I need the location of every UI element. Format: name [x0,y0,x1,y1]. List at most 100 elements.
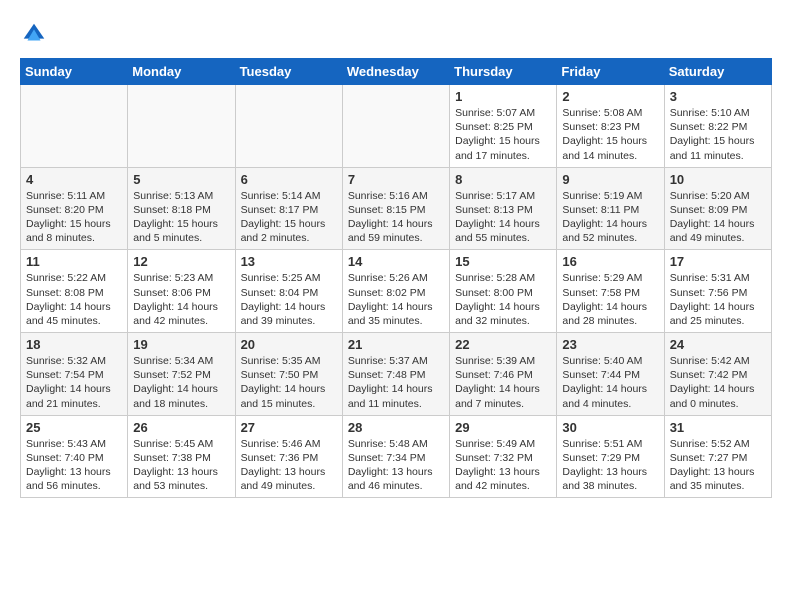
calendar-cell: 25 Sunrise: 5:43 AM Sunset: 7:40 PM Dayli… [21,415,128,498]
calendar-day-header: Monday [128,59,235,85]
day-number: 4 [26,172,122,187]
day-number: 18 [26,337,122,352]
calendar-day-header: Friday [557,59,664,85]
calendar-week-row: 18Sunrise: 5:32 AM Sunset: 7:54 PM Dayli… [21,333,772,416]
day-number: 13 [241,254,337,269]
day-info: Sunrise: 5:11 AM Sunset: 8:20 PM Dayligh… [26,189,122,246]
calendar-day-header: Tuesday [235,59,342,85]
day-number: 8 [455,172,551,187]
calendar-cell: 10 Sunrise: 5:20 AM Sunset: 8:09 PM Dayli… [664,167,771,250]
day-info: Sunrise: 5:37 AM Sunset: 7:48 PM Dayligh… [348,354,444,411]
day-info: Sunrise: 5:46 AM Sunset: 7:36 PM Dayligh… [241,437,337,494]
day-number: 3 [670,89,766,104]
calendar-cell: 16 Sunrise: 5:29 AM Sunset: 7:58 PM Dayli… [557,250,664,333]
calendar-cell: 2Sunrise: 5:08 AM Sunset: 8:23 PM Daylig… [557,85,664,168]
calendar-cell: 26Sunrise: 5:45 AM Sunset: 7:38 PM Dayli… [128,415,235,498]
day-info: Sunrise: 5:25 AM Sunset: 8:04 PM Dayligh… [241,271,337,328]
day-number: 28 [348,420,444,435]
day-number: 24 [670,337,766,352]
calendar-cell: 22 Sunrise: 5:39 AM Sunset: 7:46 PM Dayli… [450,333,557,416]
day-number: 22 [455,337,551,352]
day-info: Sunrise: 5:40 AM Sunset: 7:44 PM Dayligh… [562,354,658,411]
calendar-cell: 31 Sunrise: 5:52 AM Sunset: 7:27 PM Dayli… [664,415,771,498]
day-number: 29 [455,420,551,435]
calendar-cell: 11 Sunrise: 5:22 AM Sunset: 8:08 PM Dayli… [21,250,128,333]
day-info: Sunrise: 5:52 AM Sunset: 7:27 PM Dayligh… [670,437,766,494]
calendar-cell: 20 Sunrise: 5:35 AM Sunset: 7:50 PM Dayli… [235,333,342,416]
day-number: 23 [562,337,658,352]
day-info: Sunrise: 5:10 AM Sunset: 8:22 PM Dayligh… [670,106,766,163]
logo [20,20,52,48]
day-number: 5 [133,172,229,187]
calendar-cell: 13 Sunrise: 5:25 AM Sunset: 8:04 PM Dayli… [235,250,342,333]
day-info: Sunrise: 5:22 AM Sunset: 8:08 PM Dayligh… [26,271,122,328]
calendar-cell: 21 Sunrise: 5:37 AM Sunset: 7:48 PM Dayli… [342,333,449,416]
calendar-week-row: 25 Sunrise: 5:43 AM Sunset: 7:40 PM Dayli… [21,415,772,498]
day-number: 17 [670,254,766,269]
day-number: 1 [455,89,551,104]
day-number: 10 [670,172,766,187]
header [20,20,772,48]
calendar-cell: 23 Sunrise: 5:40 AM Sunset: 7:44 PM Dayli… [557,333,664,416]
calendar-week-row: 1 Sunrise: 5:07 AM Sunset: 8:25 PM Daylig… [21,85,772,168]
calendar-cell: 29Sunrise: 5:49 AM Sunset: 7:32 PM Dayli… [450,415,557,498]
calendar-cell [128,85,235,168]
day-info: Sunrise: 5:34 AM Sunset: 7:52 PM Dayligh… [133,354,229,411]
calendar-cell: 3 Sunrise: 5:10 AM Sunset: 8:22 PM Daylig… [664,85,771,168]
day-number: 27 [241,420,337,435]
calendar-table: SundayMondayTuesdayWednesdayThursdayFrid… [20,58,772,498]
day-number: 16 [562,254,658,269]
day-info: Sunrise: 5:17 AM Sunset: 8:13 PM Dayligh… [455,189,551,246]
calendar-day-header: Thursday [450,59,557,85]
day-number: 31 [670,420,766,435]
day-info: Sunrise: 5:39 AM Sunset: 7:46 PM Dayligh… [455,354,551,411]
day-info: Sunrise: 5:19 AM Sunset: 8:11 PM Dayligh… [562,189,658,246]
calendar-cell: 30 Sunrise: 5:51 AM Sunset: 7:29 PM Dayli… [557,415,664,498]
day-info: Sunrise: 5:26 AM Sunset: 8:02 PM Dayligh… [348,271,444,328]
calendar-cell: 27 Sunrise: 5:46 AM Sunset: 7:36 PM Dayli… [235,415,342,498]
calendar-cell: 5Sunrise: 5:13 AM Sunset: 8:18 PM Daylig… [128,167,235,250]
day-info: Sunrise: 5:08 AM Sunset: 8:23 PM Dayligh… [562,106,658,163]
calendar-day-header: Wednesday [342,59,449,85]
day-info: Sunrise: 5:23 AM Sunset: 8:06 PM Dayligh… [133,271,229,328]
day-info: Sunrise: 5:48 AM Sunset: 7:34 PM Dayligh… [348,437,444,494]
calendar-cell: 15Sunrise: 5:28 AM Sunset: 8:00 PM Dayli… [450,250,557,333]
day-number: 30 [562,420,658,435]
calendar-header-row: SundayMondayTuesdayWednesdayThursdayFrid… [21,59,772,85]
day-number: 6 [241,172,337,187]
calendar-cell: 4 Sunrise: 5:11 AM Sunset: 8:20 PM Daylig… [21,167,128,250]
calendar-cell: 14 Sunrise: 5:26 AM Sunset: 8:02 PM Dayli… [342,250,449,333]
calendar-week-row: 4 Sunrise: 5:11 AM Sunset: 8:20 PM Daylig… [21,167,772,250]
calendar-week-row: 11 Sunrise: 5:22 AM Sunset: 8:08 PM Dayli… [21,250,772,333]
day-number: 14 [348,254,444,269]
calendar-cell: 24Sunrise: 5:42 AM Sunset: 7:42 PM Dayli… [664,333,771,416]
calendar-cell: 17Sunrise: 5:31 AM Sunset: 7:56 PM Dayli… [664,250,771,333]
day-number: 25 [26,420,122,435]
calendar-day-header: Saturday [664,59,771,85]
calendar-day-header: Sunday [21,59,128,85]
day-info: Sunrise: 5:07 AM Sunset: 8:25 PM Dayligh… [455,106,551,163]
logo-icon [20,20,48,48]
calendar-cell: 8 Sunrise: 5:17 AM Sunset: 8:13 PM Daylig… [450,167,557,250]
day-info: Sunrise: 5:43 AM Sunset: 7:40 PM Dayligh… [26,437,122,494]
calendar-cell: 19Sunrise: 5:34 AM Sunset: 7:52 PM Dayli… [128,333,235,416]
day-number: 7 [348,172,444,187]
calendar-cell: 12Sunrise: 5:23 AM Sunset: 8:06 PM Dayli… [128,250,235,333]
day-number: 11 [26,254,122,269]
day-number: 26 [133,420,229,435]
calendar-cell [21,85,128,168]
day-info: Sunrise: 5:16 AM Sunset: 8:15 PM Dayligh… [348,189,444,246]
calendar-cell: 6Sunrise: 5:14 AM Sunset: 8:17 PM Daylig… [235,167,342,250]
day-info: Sunrise: 5:20 AM Sunset: 8:09 PM Dayligh… [670,189,766,246]
calendar-cell: 9 Sunrise: 5:19 AM Sunset: 8:11 PM Daylig… [557,167,664,250]
day-number: 20 [241,337,337,352]
day-info: Sunrise: 5:51 AM Sunset: 7:29 PM Dayligh… [562,437,658,494]
day-info: Sunrise: 5:29 AM Sunset: 7:58 PM Dayligh… [562,271,658,328]
calendar-cell [342,85,449,168]
page: SundayMondayTuesdayWednesdayThursdayFrid… [0,0,792,508]
day-number: 15 [455,254,551,269]
calendar-cell: 1 Sunrise: 5:07 AM Sunset: 8:25 PM Daylig… [450,85,557,168]
day-info: Sunrise: 5:35 AM Sunset: 7:50 PM Dayligh… [241,354,337,411]
day-number: 21 [348,337,444,352]
day-number: 9 [562,172,658,187]
